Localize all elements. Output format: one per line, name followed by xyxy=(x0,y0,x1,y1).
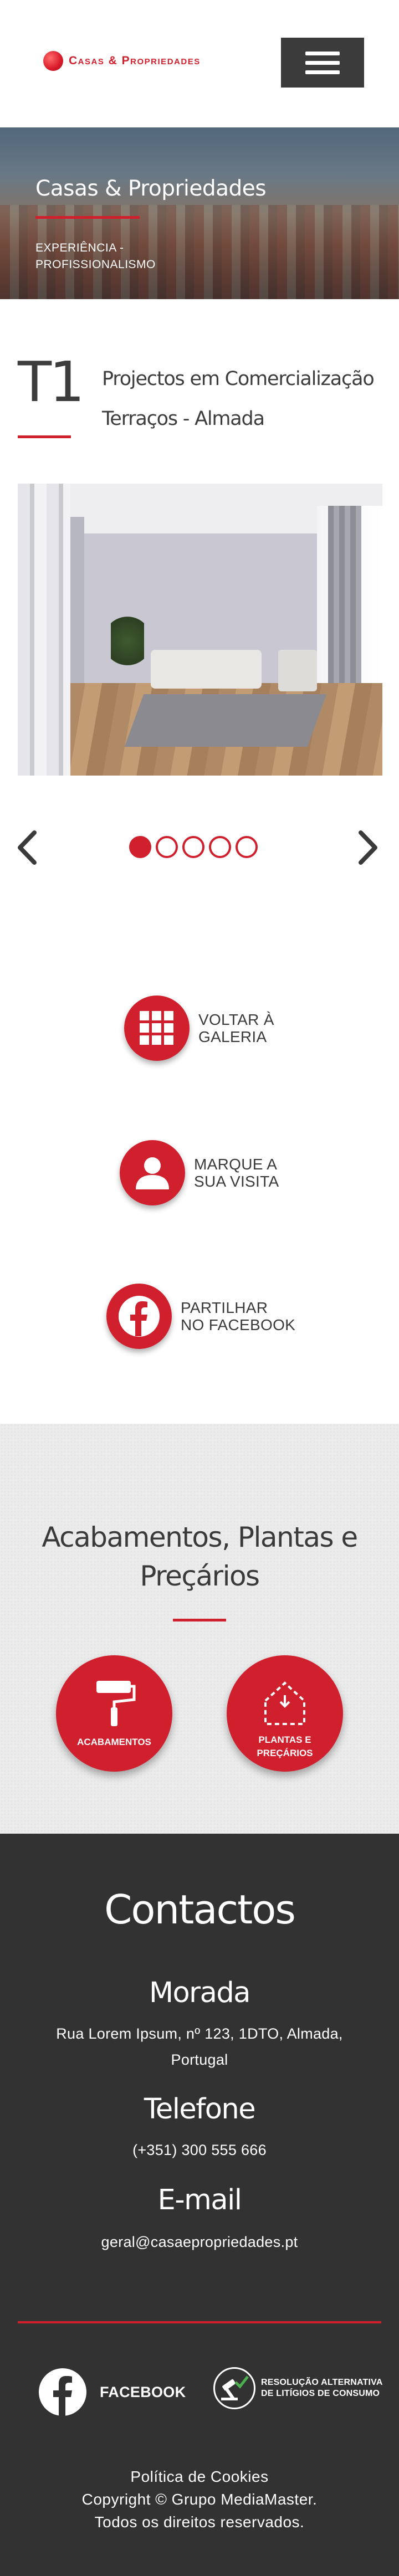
book-visit-button[interactable]: MARQUE A SUA VISITA xyxy=(120,1140,279,1205)
back-to-gallery-label: VOLTAR À GALERIA xyxy=(198,1011,274,1045)
hero-subtitle: EXPERIÊNCIA - PROFISSIONALISMO xyxy=(35,242,156,271)
grid-icon xyxy=(140,1011,173,1045)
logo-text: Casas & Propriedades xyxy=(69,54,201,67)
typology-label: T1 xyxy=(18,350,85,414)
carousel-dot[interactable] xyxy=(182,836,204,858)
plans-prices-button[interactable]: PLANTAS E PREÇÁRIOS xyxy=(227,1655,343,1772)
share-facebook-label: PARTILHAR NO FACEBOOK xyxy=(181,1299,296,1333)
dispute-resolution-label: RESOLUÇÃO ALTERNATIVA DE LITÍGIOS DE CON… xyxy=(261,2378,383,2398)
facebook-icon xyxy=(119,1296,160,1337)
finishes-section: Acabamentos, Plantas e Preçários ACABAME… xyxy=(0,1424,399,1834)
phone-link[interactable]: (+351) 300 555 666 xyxy=(33,2137,366,2163)
hamburger-icon-bar xyxy=(305,51,340,55)
carousel-dot[interactable] xyxy=(209,836,231,858)
phone-heading: Telefone xyxy=(144,2093,256,2126)
carousel-dot[interactable] xyxy=(129,836,151,858)
chevron-right-icon xyxy=(359,830,377,865)
footer-facebook-link[interactable]: FACEBOOK xyxy=(39,2368,186,2416)
carousel-dots xyxy=(129,836,258,858)
user-icon xyxy=(136,1157,169,1189)
facebook-icon xyxy=(53,2376,72,2416)
logo-mark xyxy=(43,51,63,71)
plans-prices-label: PLANTAS E PREÇÁRIOS xyxy=(257,1735,313,1758)
contacts-title: Contactos xyxy=(104,1886,296,1933)
copyright-text: Copyright © Grupo MediaMaster. xyxy=(81,2491,318,2508)
carousel-dot[interactable] xyxy=(236,836,258,858)
address-text: Rua Lorem Ipsum, nº 123, 1DTO, Almada, P… xyxy=(56,2025,343,2068)
site-footer: Contactos Morada Rua Lorem Ipsum, nº 123… xyxy=(0,1834,399,2576)
carousel-prev-button[interactable] xyxy=(16,828,38,867)
finishes-divider xyxy=(173,1619,226,1621)
dispute-resolution-link[interactable]: RESOLUÇÃO ALTERNATIVA DE LITÍGIOS DE CON… xyxy=(213,2367,388,2409)
site-header: Casas & Propriedades xyxy=(0,0,399,127)
chevron-left-icon xyxy=(18,830,37,865)
book-visit-label: MARQUE A SUA VISITA xyxy=(194,1156,279,1190)
hero-banner: Casas & Propriedades EXPERIÊNCIA - PROFI… xyxy=(0,127,399,299)
project-title: Projectos em Comercialização Terraços - … xyxy=(102,368,375,430)
hamburger-icon-bar xyxy=(305,70,340,74)
house-plan-icon xyxy=(264,1681,305,1725)
paint-roller-icon xyxy=(96,1681,136,1726)
typology-underline xyxy=(18,435,71,438)
hamburger-icon-bar xyxy=(305,60,340,65)
address-heading: Morada xyxy=(149,1977,251,2009)
carousel-dot[interactable] xyxy=(156,836,178,858)
carousel-next-button[interactable] xyxy=(357,828,380,867)
gavel-check-icon xyxy=(221,2375,249,2400)
email-heading: E-mail xyxy=(157,2184,242,2216)
rights-text: Todos os direitos reservados. xyxy=(94,2513,305,2531)
logo[interactable]: Casas & Propriedades xyxy=(43,51,201,71)
back-to-gallery-button[interactable]: VOLTAR À GALERIA xyxy=(124,995,274,1061)
apartment-photo xyxy=(18,484,382,776)
finishes-title: Acabamentos, Plantas e Preçários xyxy=(42,1521,358,1592)
email-link[interactable]: geral@casaepropriedades.pt xyxy=(33,2229,366,2255)
hero-title: Casas & Propriedades xyxy=(35,176,267,201)
cookie-policy-link[interactable]: Política de Cookies xyxy=(0,2465,399,2488)
hero-divider xyxy=(35,216,140,219)
footer-divider xyxy=(18,2321,381,2323)
menu-button[interactable] xyxy=(281,38,364,88)
share-facebook-button[interactable]: PARTILHAR NO FACEBOOK xyxy=(106,1284,295,1349)
finishes-button[interactable]: ACABAMENTOS xyxy=(56,1655,172,1772)
footer-legal: Política de Cookies Copyright © Grupo Me… xyxy=(0,2465,399,2533)
